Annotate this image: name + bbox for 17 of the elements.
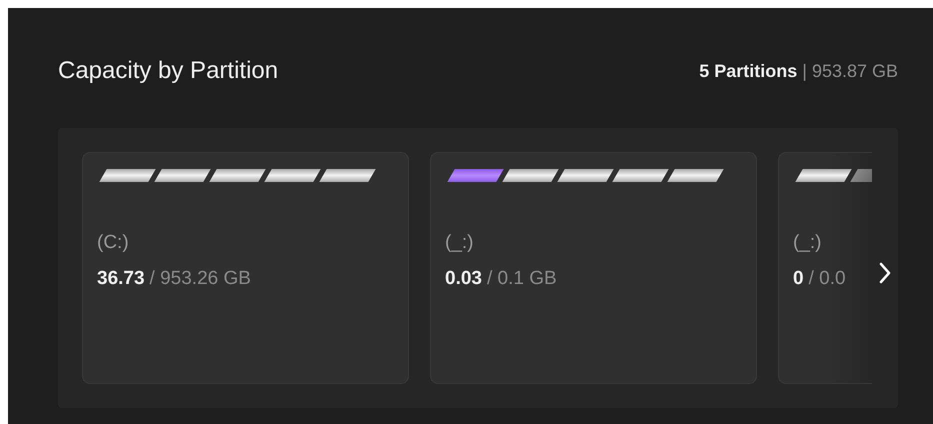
used-space: 36.73 [97,268,145,290]
partition-label: (_:) [793,232,822,254]
used-space: 0 [793,268,804,290]
chevron-right-icon [878,261,892,285]
section-title: Capacity by Partition [58,57,278,85]
total-capacity: 953.87 GB [812,60,898,82]
total-space: / 0.1 GB [486,268,557,290]
total-space: / 953.26 GB [150,268,251,290]
separator: | [802,60,807,82]
partition-card[interactable]: (_:) 0.03 / 0.1 GB [430,152,757,384]
partition-count: 5 Partitions [699,60,798,82]
partition-card[interactable]: (_:) 0 / 0.0 [778,152,872,384]
partition-label: (_:) [445,232,474,254]
partition-card[interactable]: (C:) 36.73 / 953.26 GB [82,152,409,384]
partition-label: (C:) [97,232,130,254]
used-space: 0.03 [445,268,482,290]
total-space: / 0.0 [808,268,846,290]
